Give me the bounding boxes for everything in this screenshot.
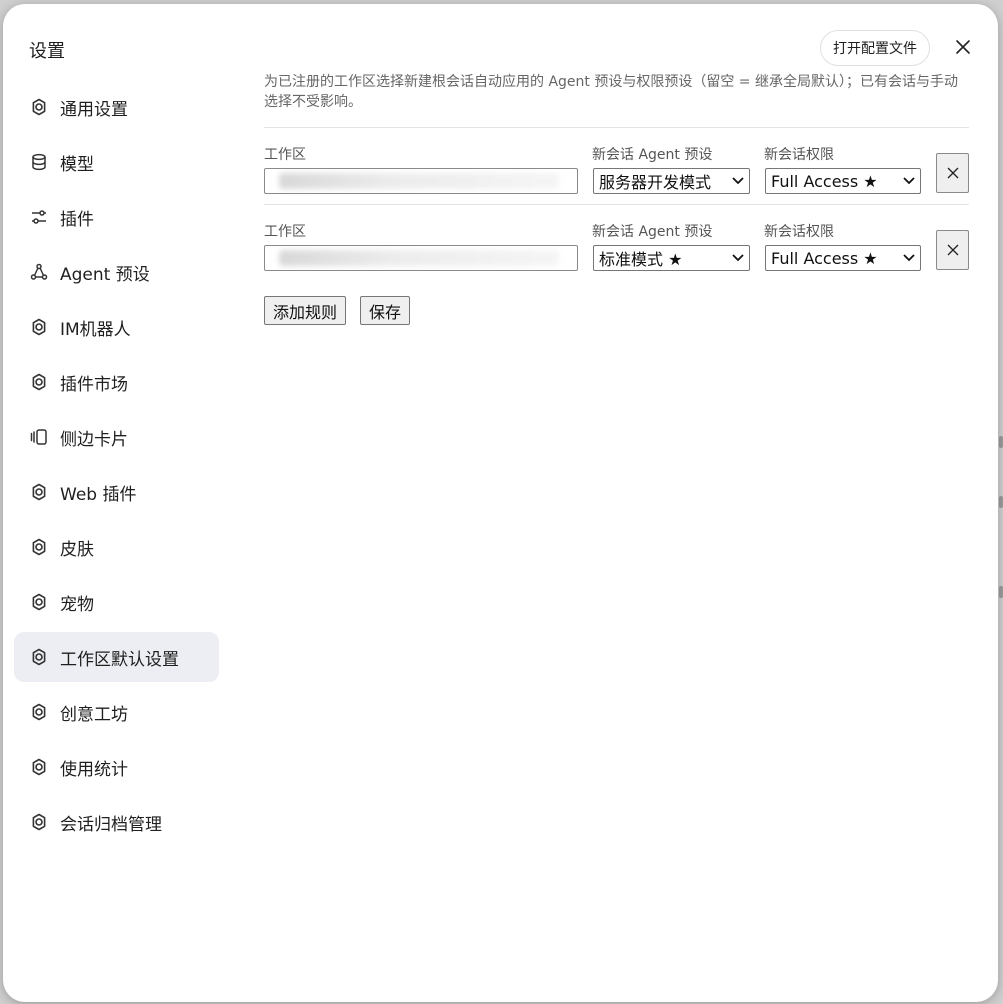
agent-preset-label: 新会话 Agent 预设: [592, 147, 713, 163]
sidebar-item[interactable]: 侧边卡片: [14, 412, 219, 462]
backdrop-mark: [999, 436, 1003, 448]
sidebar-item-label: Web 插件: [60, 484, 137, 505]
workspace-defaults-description: 为已注册的工作区选择新建根会话自动应用的 Agent 预设与权限预设（留空 = …: [264, 74, 958, 110]
gear-icon: [28, 591, 50, 613]
close-icon: [947, 167, 958, 179]
gear-icon: [28, 371, 50, 393]
add-rule-button[interactable]: 添加规则: [264, 296, 347, 325]
sidebar-item[interactable]: 会话归档管理: [14, 797, 219, 847]
permission-select[interactable]: Full Access ★: [765, 168, 921, 194]
sidebar-item-label: 插件: [60, 209, 94, 230]
sidebar-item[interactable]: 使用统计: [14, 742, 219, 792]
gear-icon: [28, 701, 50, 723]
sidebar-item[interactable]: IM机器人: [14, 302, 219, 352]
chevron-down-icon: [903, 254, 915, 262]
permission-label: 新会话权限: [764, 147, 834, 163]
sliders-icon: [28, 206, 50, 228]
settings-dialog: 设置 通用设置模型插件 Agent 预设 IM机器人插件市场侧边卡片 Web 插件 皮肤…: [3, 4, 998, 1002]
close-icon: [947, 244, 958, 256]
workspace-value-redacted: [279, 173, 559, 189]
sidebar-item[interactable]: 模型: [14, 137, 219, 187]
sidebar-item[interactable]: 工作区默认设置: [14, 632, 219, 682]
workspace-input[interactable]: [264, 168, 578, 194]
gear-icon: [28, 481, 50, 503]
permission-value: Full Access ★: [771, 171, 878, 191]
cards-icon: [28, 426, 50, 448]
nodes-icon: [28, 261, 50, 283]
gear-icon: [28, 646, 50, 668]
sidebar-item[interactable]: 宠物: [14, 577, 219, 627]
sidebar-item-label: 皮肤: [60, 539, 94, 560]
workspace-value-redacted: [279, 250, 559, 266]
gear-icon: [28, 811, 50, 833]
sidebar-item[interactable]: 创意工坊: [14, 687, 219, 737]
sidebar-item[interactable]: Agent 预设: [14, 247, 219, 297]
permission-value: Full Access ★: [771, 248, 878, 268]
workspace-label: 工作区: [264, 224, 306, 240]
remove-rule-button[interactable]: [936, 230, 969, 270]
workspace-rule-row: 工作区 新会话 Agent 预设 标准模式 ★ 新会话权限 Full Acces…: [264, 204, 969, 281]
remove-rule-button[interactable]: [936, 153, 969, 193]
settings-sidebar: 设置 通用设置模型插件 Agent 预设 IM机器人插件市场侧边卡片 Web 插件 皮肤…: [3, 4, 233, 1002]
close-icon: [956, 40, 970, 54]
agent-preset-value: 标准模式 ★: [599, 250, 683, 269]
database-icon: [28, 151, 50, 173]
sidebar-item-label: 工作区默认设置: [60, 649, 179, 670]
workspace-label: 工作区: [264, 147, 306, 163]
agent-preset-value: 服务器开发模式: [599, 173, 712, 192]
chevron-down-icon: [732, 254, 744, 262]
sidebar-item[interactable]: Web 插件: [14, 467, 219, 517]
sidebar-item-label: 插件市场: [60, 374, 128, 395]
backdrop-mark: [999, 586, 1003, 598]
sidebar-item[interactable]: 通用设置: [14, 82, 219, 132]
sidebar-item-label: Agent 预设: [60, 264, 150, 285]
agent-preset-select[interactable]: 服务器开发模式: [593, 168, 750, 194]
sidebar-item[interactable]: 皮肤: [14, 522, 219, 572]
permission-label: 新会话权限: [764, 224, 834, 240]
sidebar-title: 设置: [29, 41, 65, 62]
workspace-input[interactable]: [264, 245, 578, 271]
sidebar-item-label: 宠物: [60, 594, 94, 615]
sidebar-item-label: 模型: [60, 154, 94, 175]
agent-preset-select[interactable]: 标准模式 ★: [593, 245, 750, 271]
chevron-down-icon: [903, 177, 915, 185]
permission-select[interactable]: Full Access ★: [765, 245, 921, 271]
sidebar-item-label: IM机器人: [60, 319, 131, 340]
gear-icon: [28, 96, 50, 118]
open-config-file-button[interactable]: 打开配置文件: [820, 30, 930, 66]
gear-icon: [28, 756, 50, 778]
sidebar-item[interactable]: 插件市场: [14, 357, 219, 407]
main-panel: 打开配置文件 为已注册的工作区选择新建根会话自动应用的 Agent 预设与权限预…: [264, 4, 998, 1002]
sidebar-item-label: 通用设置: [60, 99, 128, 120]
agent-preset-label: 新会话 Agent 预设: [592, 224, 713, 240]
workspace-rule-row: 工作区 新会话 Agent 预设 服务器开发模式 新会话权限 Full Acce…: [264, 127, 969, 204]
gear-icon: [28, 316, 50, 338]
sidebar-item-label: 侧边卡片: [60, 429, 128, 450]
sidebar-nav: 通用设置模型插件 Agent 预设 IM机器人插件市场侧边卡片 Web 插件 皮肤宠物工…: [14, 82, 219, 852]
sidebar-item-label: 使用统计: [60, 759, 128, 780]
sidebar-item[interactable]: 插件: [14, 192, 219, 242]
sidebar-item-label: 会话归档管理: [60, 814, 162, 835]
chevron-down-icon: [732, 177, 744, 185]
gear-icon: [28, 536, 50, 558]
save-button[interactable]: 保存: [360, 296, 411, 325]
backdrop-mark: [999, 496, 1003, 508]
sidebar-item-label: 创意工坊: [60, 704, 128, 725]
close-dialog-button[interactable]: [950, 34, 976, 60]
